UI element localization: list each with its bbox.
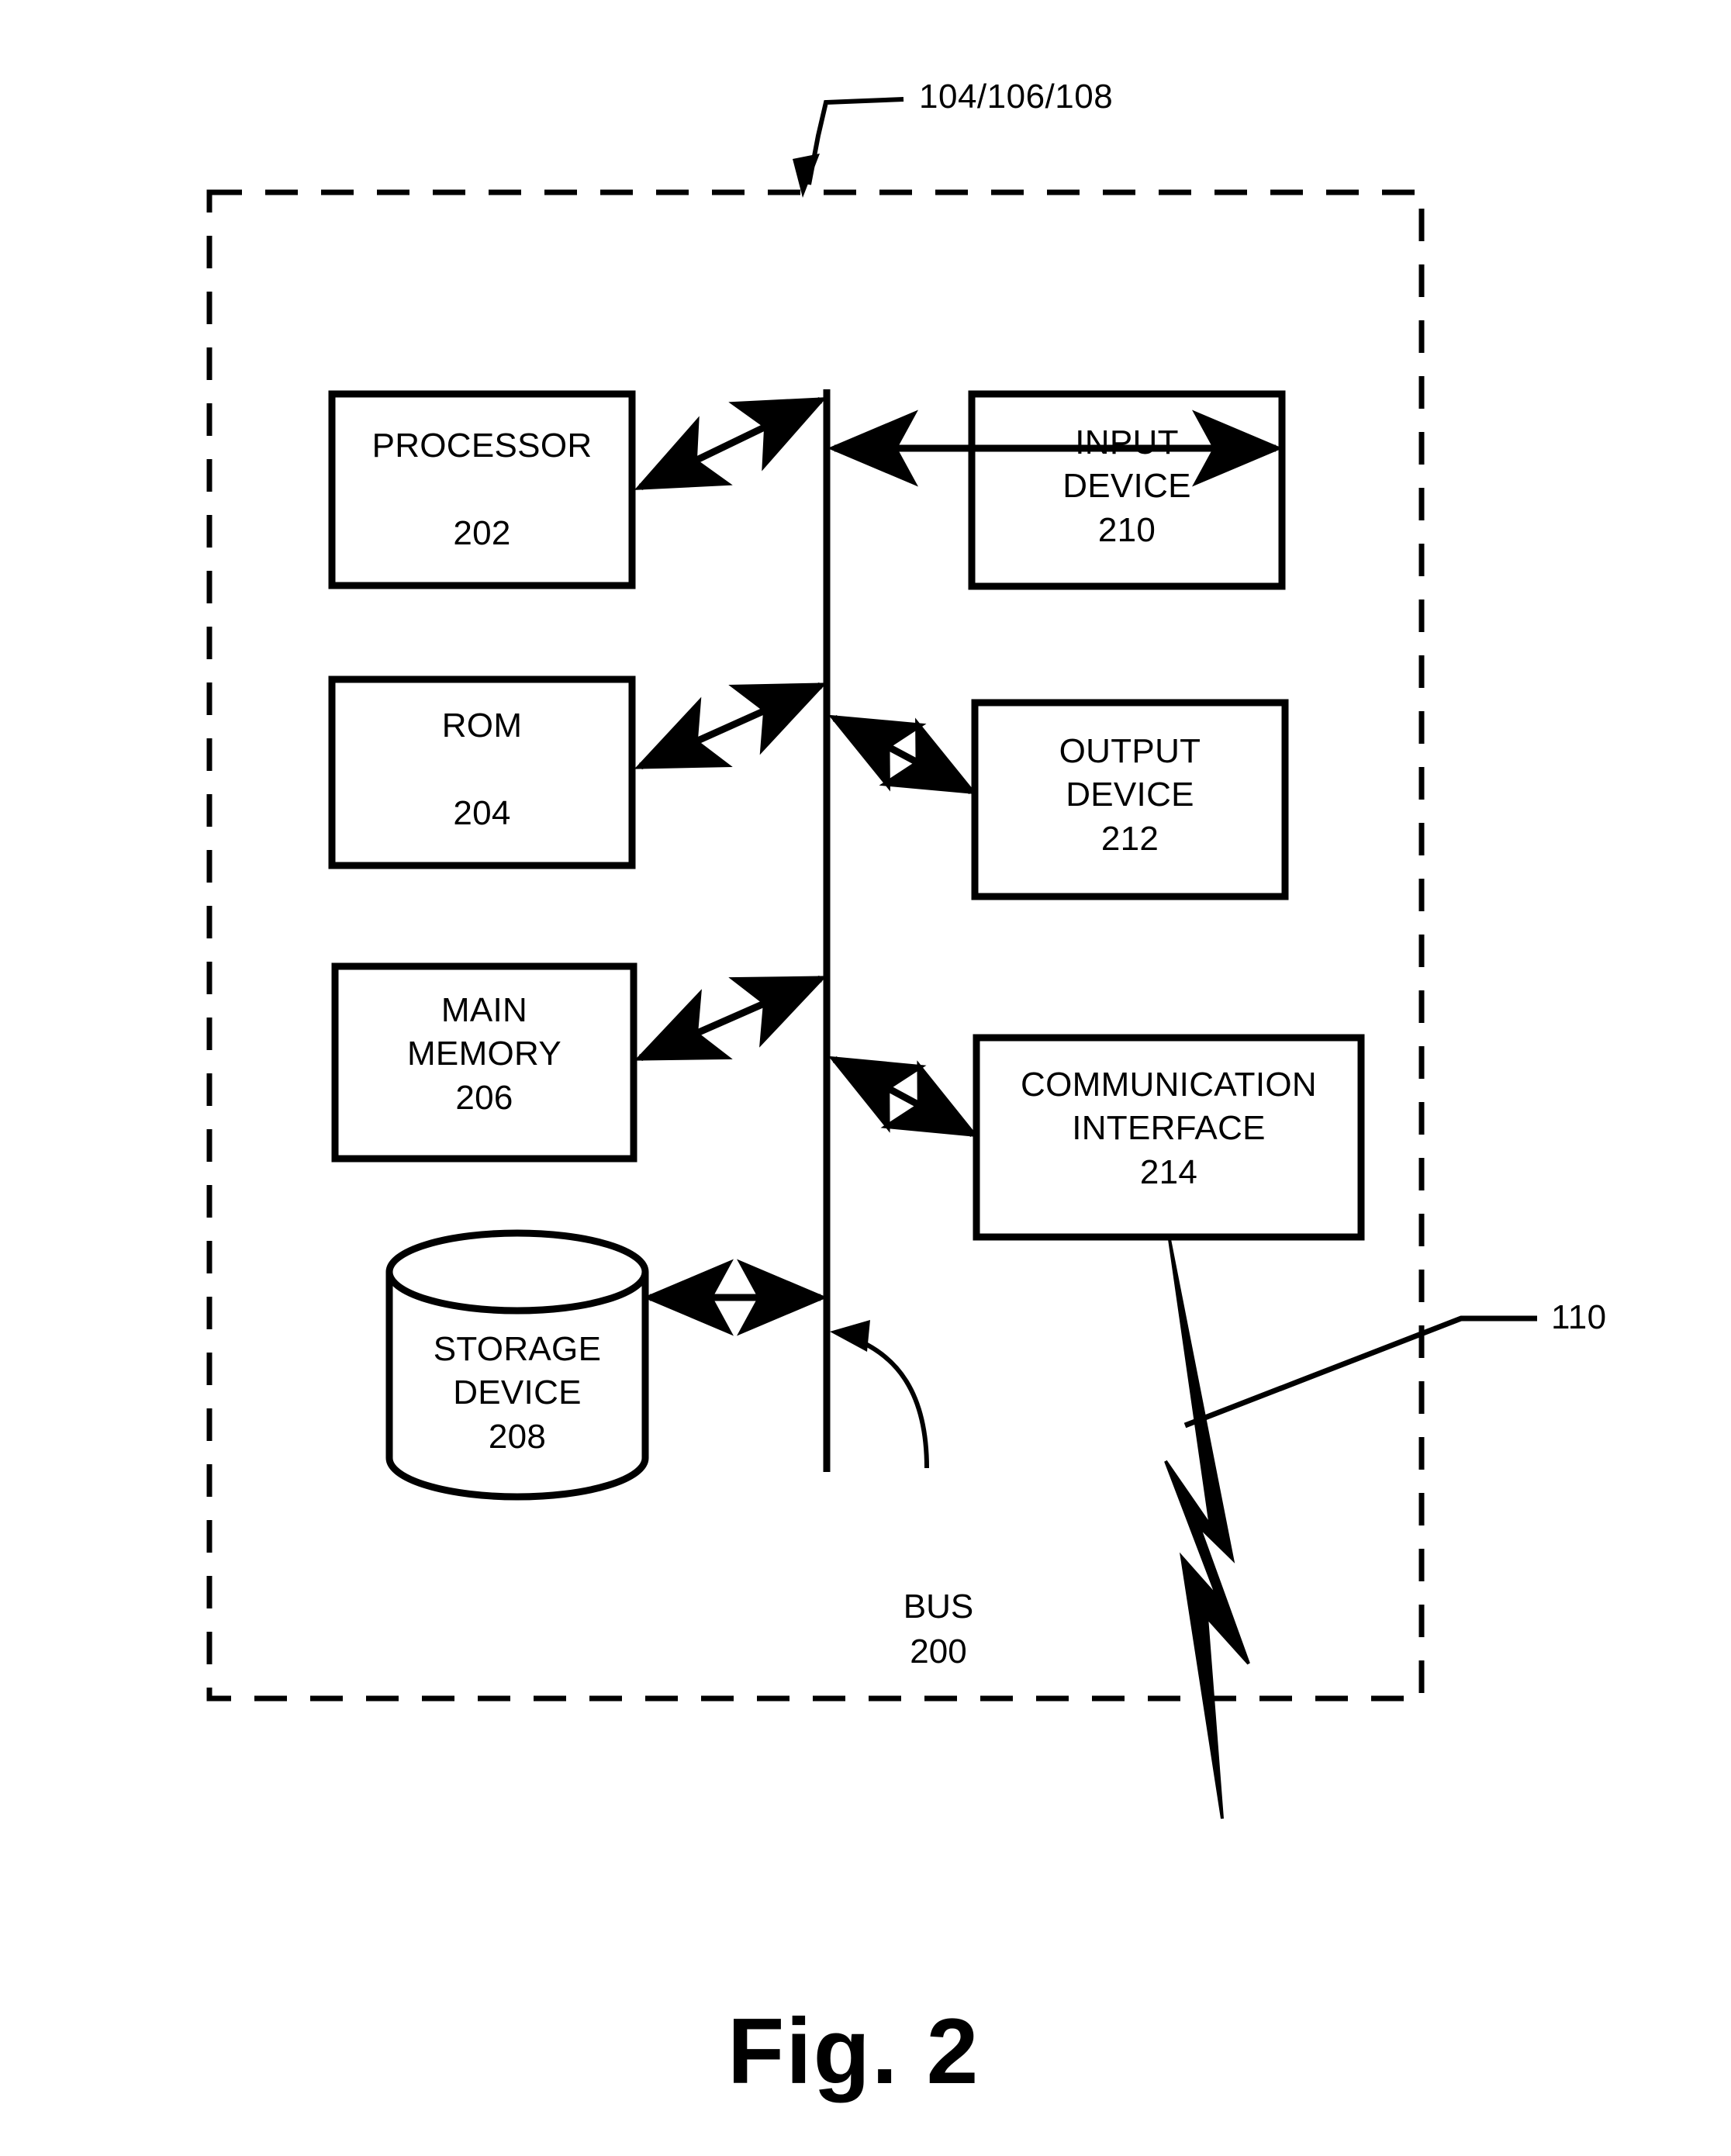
patent-figure: 104/106/108 PROCESSOR 202 ROM 204 MAIN M… [0, 0, 1731, 2156]
figure-caption: Fig. 2 [727, 1999, 980, 2103]
system-reference-label: 104/106/108 [919, 78, 1114, 116]
connector-processor-bus [634, 396, 827, 491]
output-device-box [971, 699, 1289, 900]
processor-box [328, 390, 636, 589]
main-memory-box [331, 962, 637, 1163]
storage-device-cylinder [385, 1229, 649, 1501]
connector-rom-bus [634, 682, 827, 770]
network-reference-leader [1183, 1315, 1537, 1429]
connector-main-memory-bus [634, 975, 827, 1062]
bus-label: BUS 200 [903, 1588, 974, 1671]
wireless-lightning-bolt [1164, 1239, 1250, 1819]
bus-leader-curve [830, 1320, 929, 1469]
connector-bus-output-device [828, 714, 977, 795]
communication-interface-box [973, 1034, 1365, 1241]
system-reference-leader [793, 97, 904, 198]
network-reference-label: 110 [1551, 1298, 1607, 1336]
connector-bus-communication-interface [828, 1056, 979, 1138]
rom-box [328, 675, 636, 869]
figure-line-art [206, 97, 1537, 1819]
input-device-box [968, 390, 1286, 590]
